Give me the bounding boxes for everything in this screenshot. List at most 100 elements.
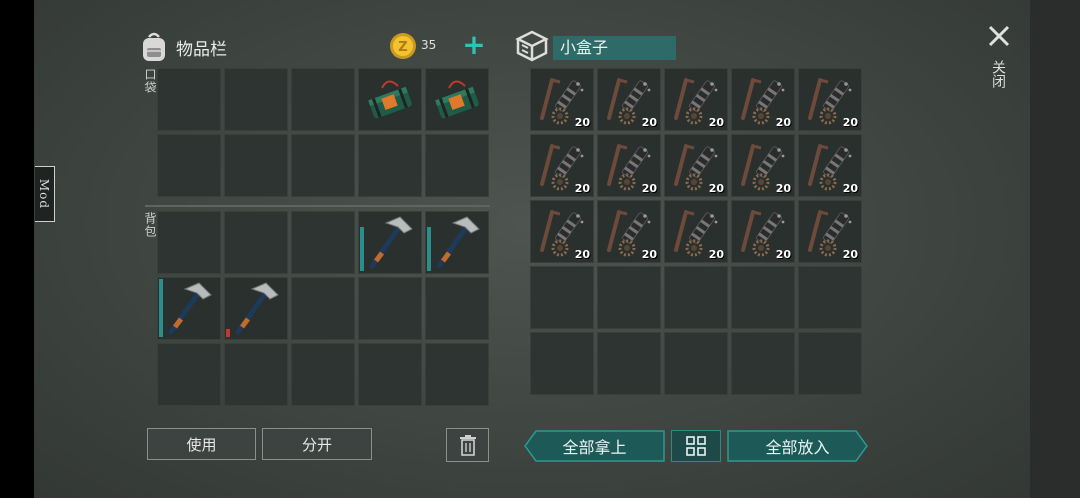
dynamite-icon [368, 80, 412, 119]
durability-bar [427, 227, 431, 271]
inventory-slot[interactable] [425, 343, 489, 406]
stack-quantity: 20 [842, 182, 858, 195]
trash-button[interactable] [446, 428, 489, 462]
inventory-slot[interactable] [358, 343, 422, 406]
stack-quantity: 20 [641, 182, 657, 195]
container-slot[interactable]: 20 [798, 68, 862, 131]
backpack-icon [143, 32, 165, 61]
container-slot[interactable] [798, 266, 862, 329]
stack-quantity: 20 [708, 116, 724, 129]
inventory-slot[interactable] [358, 277, 422, 340]
stack-quantity: 20 [574, 248, 590, 261]
container-slot[interactable] [731, 266, 795, 329]
stack-quantity: 20 [641, 116, 657, 129]
container-slot[interactable]: 20 [597, 200, 661, 263]
durability-bar [226, 329, 230, 337]
inventory-slot[interactable] [157, 134, 221, 197]
inventory-slot[interactable] [224, 68, 288, 131]
container-slot[interactable]: 20 [664, 200, 728, 263]
container-scroll-area[interactable]: 20 20 20 20 20 20 20 20 20 20 20 20 20 20 20 [530, 68, 862, 410]
container-slot[interactable]: 20 [597, 68, 661, 131]
inventory-slot[interactable] [224, 343, 288, 406]
take-all-label: 全部拿上 [562, 438, 627, 457]
inventory-slot[interactable] [425, 211, 489, 274]
container-grid: 20 20 20 20 20 20 20 20 20 20 20 20 20 20 20 [530, 68, 862, 395]
inventory-slot[interactable] [425, 277, 489, 340]
coin-icon: Z [390, 33, 416, 59]
close-label[interactable]: 关闭 [990, 60, 1008, 88]
inventory-slot[interactable] [358, 211, 422, 274]
container-slot[interactable]: 20 [597, 134, 661, 197]
stack-quantity: 20 [574, 182, 590, 195]
container-slot[interactable] [530, 332, 594, 395]
container-slot[interactable] [664, 332, 728, 395]
container-title: 小盒子 [553, 36, 676, 60]
container-slot[interactable] [597, 332, 661, 395]
section-divider [145, 205, 490, 207]
coin-count: 35 [421, 38, 437, 52]
right-edge [1030, 0, 1080, 498]
dynamite-icon [435, 80, 479, 119]
close-icon[interactable] [985, 22, 1013, 50]
inventory-slot[interactable] [358, 134, 422, 197]
inventory-slot[interactable] [157, 211, 221, 274]
hammer-icon [235, 282, 279, 335]
container-slot[interactable]: 20 [798, 200, 862, 263]
inventory-slot[interactable] [425, 68, 489, 131]
inventory-slot[interactable] [291, 211, 355, 274]
backpack-grid [157, 211, 489, 406]
inventory-slot[interactable] [157, 343, 221, 406]
container-slot[interactable] [597, 266, 661, 329]
sort-button[interactable] [671, 430, 721, 462]
stack-quantity: 20 [641, 248, 657, 261]
mod-tab-label: Mod [37, 178, 52, 210]
inventory-slot[interactable] [224, 211, 288, 274]
inventory-slot[interactable] [358, 68, 422, 131]
trash-icon [459, 435, 476, 456]
container-slot[interactable]: 20 [731, 200, 795, 263]
container-slot[interactable]: 20 [664, 68, 728, 131]
stack-quantity: 20 [708, 248, 724, 261]
stack-quantity: 20 [842, 248, 858, 261]
inventory-slot[interactable] [425, 134, 489, 197]
take-all-button[interactable]: 全部拿上 [524, 430, 665, 462]
inventory-slot[interactable] [291, 134, 355, 197]
container-slot[interactable]: 20 [731, 68, 795, 131]
stack-quantity: 20 [708, 182, 724, 195]
container-slot[interactable] [530, 266, 594, 329]
svg-text:Z: Z [398, 40, 407, 55]
mod-tab[interactable]: Mod [35, 166, 55, 222]
put-all-button[interactable]: 全部放入 [727, 430, 868, 462]
container-slot[interactable]: 20 [530, 200, 594, 263]
inventory-slot[interactable] [224, 277, 288, 340]
inventory-slot[interactable] [291, 343, 355, 406]
durability-bar [360, 227, 364, 271]
split-button[interactable]: 分开 [262, 428, 372, 460]
stack-quantity: 20 [775, 248, 791, 261]
grid-sort-icon [686, 436, 706, 456]
inventory-slot[interactable] [157, 68, 221, 131]
hammer-icon [369, 216, 413, 269]
inventory-slot[interactable] [157, 277, 221, 340]
inventory-title: 物品栏 [176, 39, 227, 60]
use-button[interactable]: 使用 [147, 428, 256, 460]
container-slot[interactable] [798, 332, 862, 395]
inventory-slot[interactable] [291, 277, 355, 340]
durability-bar [159, 279, 163, 337]
container-slot[interactable]: 20 [798, 134, 862, 197]
add-coins-button[interactable]: + [462, 31, 486, 59]
container-slot[interactable] [731, 332, 795, 395]
stack-quantity: 20 [574, 116, 590, 129]
container-slot[interactable] [664, 266, 728, 329]
container-slot[interactable]: 20 [664, 134, 728, 197]
inventory-slot[interactable] [291, 68, 355, 131]
container-slot[interactable]: 20 [530, 134, 594, 197]
inventory-slot[interactable] [224, 134, 288, 197]
hammer-icon [168, 282, 212, 335]
container-slot[interactable]: 20 [731, 134, 795, 197]
box-icon [515, 30, 549, 62]
inventory-header: 物品栏 [140, 30, 227, 64]
stack-quantity: 20 [775, 116, 791, 129]
hammer-icon [436, 216, 480, 269]
container-slot[interactable]: 20 [530, 68, 594, 131]
